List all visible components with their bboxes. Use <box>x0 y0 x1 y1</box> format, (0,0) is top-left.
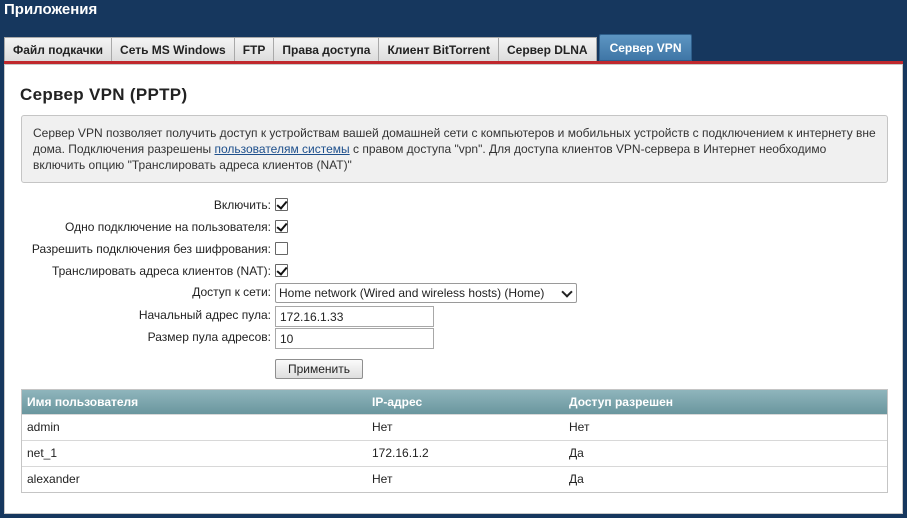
network-access-select[interactable]: Home network (Wired and wireless hosts) … <box>275 283 577 303</box>
no-encryption-label: Разрешить подключения без шифрования: <box>31 242 271 256</box>
header-ip-address: IP-адрес <box>372 395 423 409</box>
single-connection-checkbox[interactable] <box>275 220 288 233</box>
username-cell: net_1 <box>27 446 58 460</box>
form-row-network: Доступ к сети: Home network (Wired and w… <box>5 282 904 303</box>
tab-ftp[interactable]: FTP <box>234 37 275 61</box>
ip-cell: Нет <box>372 472 393 486</box>
table-header: Имя пользователя IP-адрес Доступ разреше… <box>22 390 887 414</box>
pool-start-input[interactable] <box>275 306 434 327</box>
form-row-pool-start: Начальный адрес пула: <box>5 305 904 327</box>
no-encryption-checkbox[interactable] <box>275 242 288 255</box>
access-cell: Да <box>569 446 584 460</box>
pool-size-input[interactable] <box>275 328 434 349</box>
form-row-nat: Транслировать адреса клиентов (NAT): <box>5 261 904 281</box>
vpn-users-table: Имя пользователя IP-адрес Доступ разреше… <box>21 389 888 493</box>
single-connection-label: Одно подключение на пользователя: <box>65 220 271 234</box>
pool-size-label: Размер пула адресов: <box>147 330 271 344</box>
form-row-pool-size: Размер пула адресов: <box>5 327 904 349</box>
ip-cell: Нет <box>372 420 393 434</box>
app-title: Приложения <box>4 1 98 18</box>
page-title: Сервер VPN (PPTP) <box>20 85 188 104</box>
access-cell: Да <box>569 472 584 486</box>
header-username: Имя пользователя <box>27 395 139 409</box>
network-access-label: Доступ к сети: <box>192 285 271 299</box>
network-access-value: Home network (Wired and wireless hosts) … <box>279 286 545 300</box>
nat-checkbox[interactable] <box>275 264 288 277</box>
tab-vpn-server[interactable]: Сервер VPN <box>598 34 693 61</box>
table-row[interactable]: admin Нет Нет <box>22 414 887 440</box>
table-row[interactable]: net_1 172.16.1.2 Да <box>22 440 887 466</box>
tab-bittorrent-client[interactable]: Клиент BitTorrent <box>379 37 500 61</box>
table-row[interactable]: alexander Нет Да <box>22 466 887 492</box>
ip-cell: 172.16.1.2 <box>372 446 429 460</box>
system-users-link[interactable]: пользователям системы <box>214 142 349 156</box>
username-cell: admin <box>27 420 60 434</box>
enable-checkbox[interactable] <box>275 198 288 211</box>
tab-bar: Файл подкачки Сеть MS Windows FTP Права … <box>4 34 693 61</box>
content-panel: Сервер VPN (PPTP) Сервер VPN позволяет п… <box>4 64 903 514</box>
access-cell: Нет <box>569 420 590 434</box>
header-access-allowed: Доступ разрешен <box>569 395 674 409</box>
form-row-enable: Включить: <box>5 195 904 215</box>
form-row-no-encryption: Разрешить подключения без шифрования: <box>5 239 904 259</box>
pool-start-label: Начальный адрес пула: <box>138 308 271 322</box>
info-box: Сервер VPN позволяет получить доступ к у… <box>21 115 888 183</box>
chevron-down-icon <box>561 286 573 298</box>
tab-dlna-server[interactable]: Сервер DLNA <box>499 37 597 61</box>
nat-label: Транслировать адреса клиентов (NAT): <box>51 264 271 278</box>
username-cell: alexander <box>27 472 80 486</box>
apply-button[interactable]: Применить <box>275 359 363 379</box>
tab-access-rights[interactable]: Права доступа <box>274 37 380 61</box>
tab-swap-file[interactable]: Файл подкачки <box>4 37 113 61</box>
enable-label: Включить: <box>213 198 271 212</box>
form-row-single-connection: Одно подключение на пользователя: <box>5 217 904 237</box>
tab-ms-windows-network[interactable]: Сеть MS Windows <box>112 37 235 61</box>
